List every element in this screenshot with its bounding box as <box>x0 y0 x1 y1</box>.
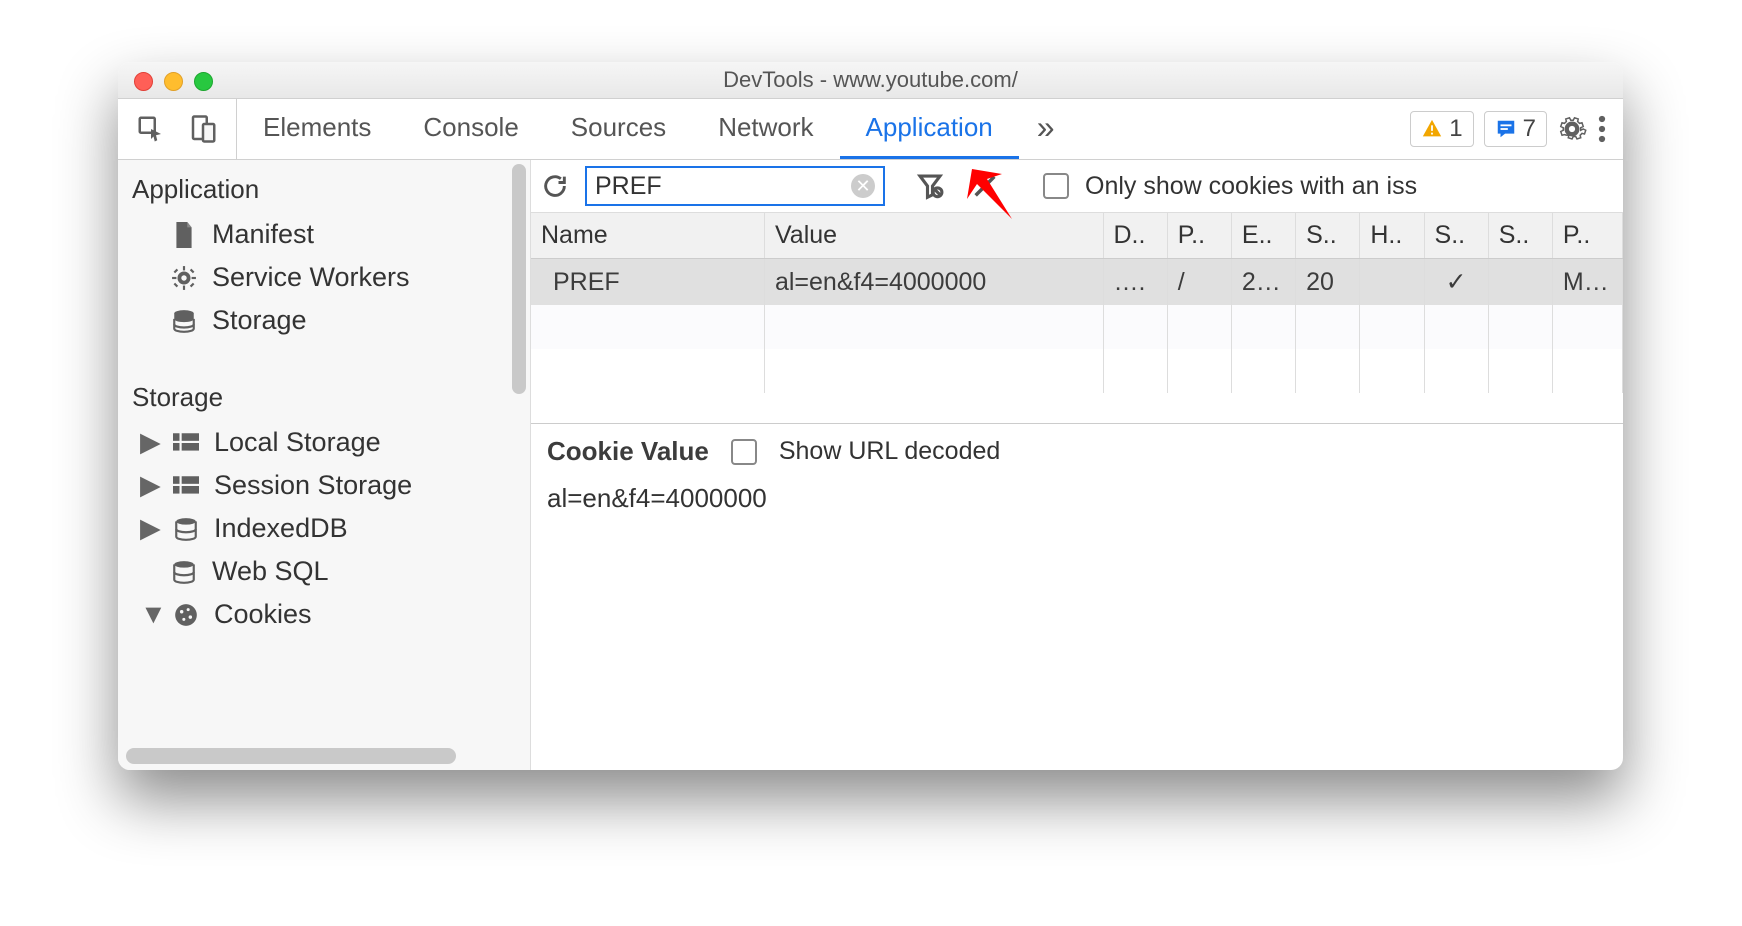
sidebar-item-label: Service Workers <box>212 262 410 293</box>
cell-value: al=en&f4=4000000 <box>764 259 1103 306</box>
col-value[interactable]: Value <box>764 213 1103 259</box>
reload-icon[interactable] <box>541 172 569 200</box>
cell-expires: 2… <box>1231 259 1295 306</box>
show-url-decoded-checkbox[interactable] <box>731 439 757 465</box>
only-show-issues-checkbox[interactable] <box>1043 173 1069 199</box>
cookies-table: Name Value D.. P.. E.. S.. H.. S.. S.. P… <box>531 213 1623 393</box>
tab-sources[interactable]: Sources <box>545 99 692 159</box>
sidebar-item-cookies[interactable]: ▼ Cookies <box>118 593 530 636</box>
sidebar-item-storage[interactable]: Storage <box>118 299 530 342</box>
cell-samesite <box>1488 259 1552 306</box>
chevron-right-icon: ▶ <box>140 427 158 458</box>
col-name[interactable]: Name <box>531 213 764 259</box>
chevron-right-icon: ▶ <box>140 513 158 544</box>
messages-badge[interactable]: 7 <box>1484 111 1547 147</box>
inspect-element-icon[interactable] <box>136 114 166 144</box>
col-secure[interactable]: S.. <box>1424 213 1488 259</box>
sidebar-section-storage: Storage <box>118 342 530 421</box>
cookie-detail-pane: Cookie Value Show URL decoded al=en&f4=4… <box>531 424 1623 770</box>
table-row-empty <box>531 305 1623 349</box>
col-expires[interactable]: E.. <box>1231 213 1295 259</box>
application-sidebar: Application Manifest Service Workers Sto… <box>118 160 531 770</box>
cell-size: 20 <box>1296 259 1360 306</box>
sidebar-item-label: Storage <box>212 305 307 336</box>
cookie-value-heading: Cookie Value <box>547 436 709 467</box>
cell-secure: ✓ <box>1424 259 1488 306</box>
tab-console[interactable]: Console <box>397 99 544 159</box>
messages-count: 7 <box>1523 115 1536 143</box>
grid-icon <box>172 472 200 500</box>
grid-icon <box>172 429 200 457</box>
sidebar-item-label: Cookies <box>214 599 312 630</box>
minimize-window-button[interactable] <box>164 72 183 91</box>
sidebar-item-session-storage[interactable]: ▶ Session Storage <box>118 464 530 507</box>
window-title: DevTools - www.youtube.com/ <box>118 67 1623 93</box>
maximize-window-button[interactable] <box>194 72 213 91</box>
database-icon <box>172 515 200 543</box>
only-show-issues-label: Only show cookies with an iss <box>1085 172 1417 201</box>
sidebar-section-application: Application <box>118 160 530 213</box>
sidebar-scrollbar[interactable] <box>512 164 526 394</box>
sidebar-item-label: Web SQL <box>212 556 329 587</box>
tab-elements[interactable]: Elements <box>237 99 397 159</box>
col-httponly[interactable]: H.. <box>1360 213 1424 259</box>
warnings-count: 1 <box>1449 115 1462 143</box>
titlebar: DevTools - www.youtube.com/ <box>118 62 1623 99</box>
sidebar-item-websql[interactable]: Web SQL <box>118 550 530 593</box>
close-window-button[interactable] <box>134 72 153 91</box>
sidebar-item-label: IndexedDB <box>214 513 348 544</box>
tab-more[interactable]: » <box>1019 99 1073 159</box>
table-header-row: Name Value D.. P.. E.. S.. H.. S.. S.. P… <box>531 213 1623 259</box>
tab-network[interactable]: Network <box>692 99 839 159</box>
col-domain[interactable]: D.. <box>1103 213 1167 259</box>
document-icon <box>170 221 198 249</box>
col-size[interactable]: S.. <box>1296 213 1360 259</box>
clear-all-icon[interactable] <box>971 172 999 200</box>
sidebar-item-label: Local Storage <box>214 427 381 458</box>
sidebar-item-local-storage[interactable]: ▶ Local Storage <box>118 421 530 464</box>
devtools-window: DevTools - www.youtube.com/ Elements Con… <box>118 62 1623 770</box>
cell-priority: M… <box>1552 259 1622 306</box>
cookie-value-text: al=en&f4=4000000 <box>547 467 1607 514</box>
table-row[interactable]: PREF al=en&f4=4000000 …. / 2… 20 ✓ M… <box>531 259 1623 306</box>
col-samesite[interactable]: S.. <box>1488 213 1552 259</box>
col-path[interactable]: P.. <box>1167 213 1231 259</box>
more-menu-icon[interactable] <box>1597 114 1607 144</box>
col-priority[interactable]: P.. <box>1552 213 1622 259</box>
settings-gear-icon[interactable] <box>1557 114 1587 144</box>
chevron-right-icon: ▶ <box>140 470 158 501</box>
cell-name: PREF <box>531 259 764 306</box>
database-icon <box>170 558 198 586</box>
window-controls <box>134 72 213 91</box>
cell-path: / <box>1167 259 1231 306</box>
sidebar-item-indexeddb[interactable]: ▶ IndexedDB <box>118 507 530 550</box>
chevron-down-icon: ▼ <box>140 599 158 630</box>
clear-filter-icon[interactable]: ✕ <box>851 174 875 198</box>
filter-input-value: PREF <box>595 172 662 201</box>
cookie-icon <box>172 601 200 629</box>
devtools-toolbar: Elements Console Sources Network Applica… <box>118 99 1623 160</box>
table-row-empty <box>531 349 1623 393</box>
tab-application[interactable]: Application <box>840 99 1019 159</box>
show-url-decoded-label: Show URL decoded <box>779 437 1000 466</box>
sidebar-item-service-workers[interactable]: Service Workers <box>118 256 530 299</box>
filter-funnel-icon[interactable] <box>915 171 945 201</box>
database-icon <box>170 307 198 335</box>
sidebar-item-label: Manifest <box>212 219 314 250</box>
cell-domain: …. <box>1103 259 1167 306</box>
cell-httponly <box>1360 259 1424 306</box>
warnings-badge[interactable]: 1 <box>1410 111 1473 147</box>
gear-icon <box>170 264 198 292</box>
sidebar-item-label: Session Storage <box>214 470 412 501</box>
filter-input[interactable]: PREF ✕ <box>585 166 885 206</box>
filter-toolbar: PREF ✕ Only show cookies with an iss <box>531 160 1623 213</box>
cookies-panel: PREF ✕ Only show cookies with an iss <box>531 160 1623 770</box>
sidebar-item-manifest[interactable]: Manifest <box>118 213 530 256</box>
sidebar-horizontal-scrollbar[interactable] <box>126 748 456 764</box>
device-toggle-icon[interactable] <box>188 114 218 144</box>
